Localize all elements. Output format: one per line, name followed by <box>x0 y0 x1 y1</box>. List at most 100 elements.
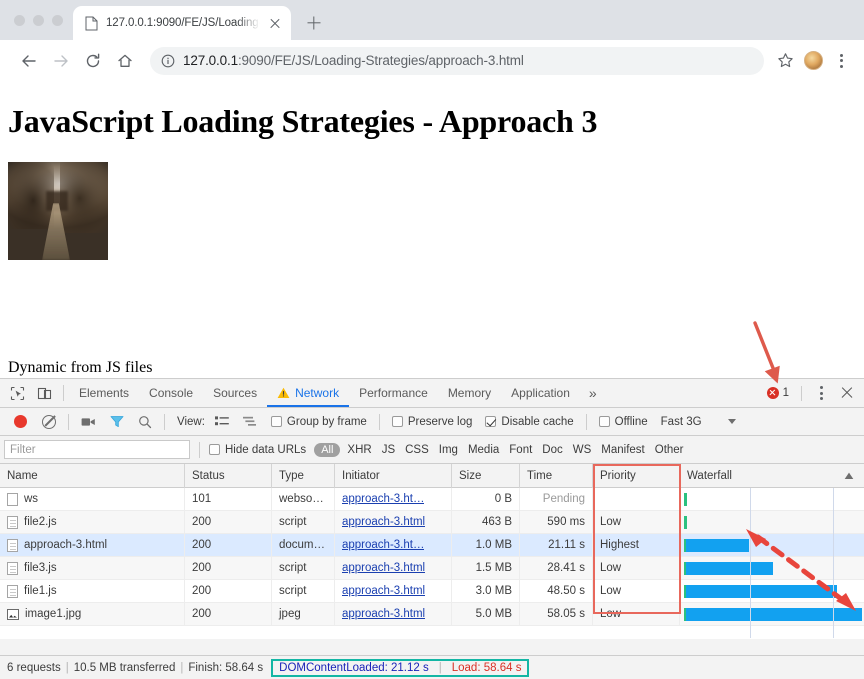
close-window-button[interactable] <box>14 14 25 26</box>
cell-type: jpeg <box>272 602 335 626</box>
cell-initiator[interactable]: approach-3.ht… <box>335 487 452 511</box>
filter-type-media[interactable]: Media <box>463 444 504 456</box>
table-row[interactable]: ws 101 webso… approach-3.ht… 0 B Pending <box>0 487 864 511</box>
list-view-icon[interactable] <box>209 409 236 435</box>
more-tabs-button[interactable]: » <box>580 385 606 401</box>
column-header-initiator[interactable]: Initiator <box>335 463 452 488</box>
cell-initiator[interactable]: approach-3.html <box>335 602 452 626</box>
inspect-element-icon[interactable] <box>4 380 31 406</box>
home-icon[interactable] <box>110 46 140 76</box>
filter-type-other[interactable]: Other <box>650 444 689 456</box>
filter-type-all[interactable]: All <box>314 442 341 457</box>
tab-label: Application <box>511 386 570 400</box>
cell-time: 28.41 s <box>520 556 593 580</box>
table-row[interactable]: approach-3.html 200 docum… approach-3.ht… 1.… <box>0 533 864 557</box>
cell-initiator[interactable]: approach-3.html <box>335 510 452 534</box>
devtools-tabbar: Elements Console Sources Network Perform… <box>0 379 864 408</box>
table-row[interactable]: file1.js 200 script approach-3.html 3.0 MB 48… <box>0 579 864 603</box>
devtools-tabbar-right: 1 <box>761 380 864 406</box>
devtools-panel: Elements Console Sources Network Perform… <box>0 378 864 679</box>
network-table-body: ws 101 webso… approach-3.ht… 0 B Pending file2… <box>0 487 864 626</box>
kebab-menu-icon[interactable] <box>828 48 854 74</box>
group-by-frame-checkbox[interactable]: Group by frame <box>265 416 373 428</box>
network-table: Name Status Type Initiator Size Time Pri… <box>0 463 864 639</box>
cell-priority: Low <box>593 579 680 603</box>
tab-elements[interactable]: Elements <box>69 379 139 407</box>
filter-type-xhr[interactable]: XHR <box>342 444 376 456</box>
search-icon[interactable] <box>131 409 158 435</box>
table-row[interactable]: file3.js 200 script approach-3.html 1.5 MB 28… <box>0 556 864 580</box>
cell-name: file2.js <box>0 510 185 534</box>
camera-icon[interactable] <box>75 409 102 435</box>
record-button[interactable] <box>7 409 34 435</box>
disable-cache-label: Disable cache <box>501 415 574 428</box>
tab-network[interactable]: Network <box>267 379 349 407</box>
column-header-status[interactable]: Status <box>185 463 272 488</box>
throttle-select[interactable]: Fast 3G <box>655 416 708 428</box>
initiator-link[interactable]: approach-3.html <box>342 516 425 528</box>
filter-type-js[interactable]: JS <box>377 444 400 456</box>
column-header-time[interactable]: Time <box>520 463 593 488</box>
column-header-name[interactable]: Name <box>0 463 185 488</box>
filter-type-css[interactable]: CSS <box>400 444 434 456</box>
chevron-down-icon[interactable] <box>719 409 746 435</box>
profile-avatar[interactable] <box>800 48 826 74</box>
waterfall-view-icon[interactable] <box>237 409 264 435</box>
arrow-right-icon[interactable] <box>46 46 76 76</box>
device-toolbar-icon[interactable] <box>31 380 58 406</box>
column-header-waterfall[interactable]: Waterfall <box>680 464 864 488</box>
cell-initiator[interactable]: approach-3.html <box>335 579 452 603</box>
checkbox-box <box>270 416 282 427</box>
maximize-window-button[interactable] <box>52 14 63 26</box>
filter-type-ws[interactable]: WS <box>568 444 597 456</box>
star-icon[interactable] <box>772 48 798 74</box>
column-header-type[interactable]: Type <box>272 463 335 488</box>
close-icon[interactable] <box>267 15 283 31</box>
offline-checkbox[interactable]: Offline <box>593 416 654 428</box>
devtools-close-icon[interactable] <box>836 382 858 404</box>
filter-type-font[interactable]: Font <box>504 444 537 456</box>
cell-initiator[interactable]: approach-3.html <box>335 556 452 580</box>
devtools-settings-icon[interactable] <box>808 380 834 406</box>
hide-data-urls-checkbox[interactable]: Hide data URLs <box>209 444 312 456</box>
initiator-link[interactable]: approach-3.ht… <box>342 493 424 505</box>
table-row[interactable]: image1.jpg 200 jpeg approach-3.html 5.0 MB 58… <box>0 602 864 626</box>
filter-type-doc[interactable]: Doc <box>537 444 567 456</box>
cell-type: script <box>272 556 335 580</box>
cell-status: 200 <box>185 510 272 534</box>
tab-sources[interactable]: Sources <box>203 379 267 407</box>
filter-type-manifest[interactable]: Manifest <box>596 444 649 456</box>
tab-console[interactable]: Console <box>139 379 203 407</box>
column-header-priority[interactable]: Priority <box>593 463 680 488</box>
preserve-log-label: Preserve log <box>407 415 473 428</box>
error-circle-icon <box>766 387 779 399</box>
info-circle-icon[interactable] <box>161 54 175 68</box>
preserve-log-checkbox[interactable]: Preserve log <box>386 416 479 428</box>
tab-application[interactable]: Application <box>501 379 580 407</box>
reload-icon[interactable] <box>78 46 108 76</box>
tab-performance[interactable]: Performance <box>349 379 438 407</box>
filter-input[interactable]: Filter <box>4 440 190 459</box>
arrow-left-icon[interactable] <box>14 46 44 76</box>
initiator-link[interactable]: approach-3.html <box>342 562 425 574</box>
plus-icon[interactable] <box>299 8 329 38</box>
transferred-size: 10.5 MB transferred <box>73 661 176 674</box>
initiator-link[interactable]: approach-3.html <box>342 608 425 620</box>
filter-funnel-icon[interactable] <box>103 409 130 435</box>
filter-type-img[interactable]: Img <box>434 444 463 456</box>
cell-time: Pending <box>520 487 593 511</box>
browser-tab[interactable]: 127.0.0.1:9090/FE/JS/Loading- <box>73 6 291 40</box>
initiator-link[interactable]: approach-3.html <box>342 585 425 597</box>
table-row[interactable]: file2.js 200 script approach-3.html 463 B 590… <box>0 510 864 534</box>
error-badge[interactable]: 1 <box>761 387 795 399</box>
tab-memory[interactable]: Memory <box>438 379 501 407</box>
clear-icon[interactable] <box>35 409 62 435</box>
cell-status: 200 <box>185 556 272 580</box>
window-controls[interactable] <box>12 0 73 40</box>
disable-cache-checkbox[interactable]: Disable cache <box>479 416 579 428</box>
column-header-size[interactable]: Size <box>452 463 520 488</box>
initiator-link[interactable]: approach-3.ht… <box>342 539 424 551</box>
address-bar[interactable]: 127.0.0.1:9090/FE/JS/Loading-Strategies/… <box>150 46 764 75</box>
cell-initiator[interactable]: approach-3.ht… <box>335 533 452 557</box>
minimize-window-button[interactable] <box>33 14 44 26</box>
